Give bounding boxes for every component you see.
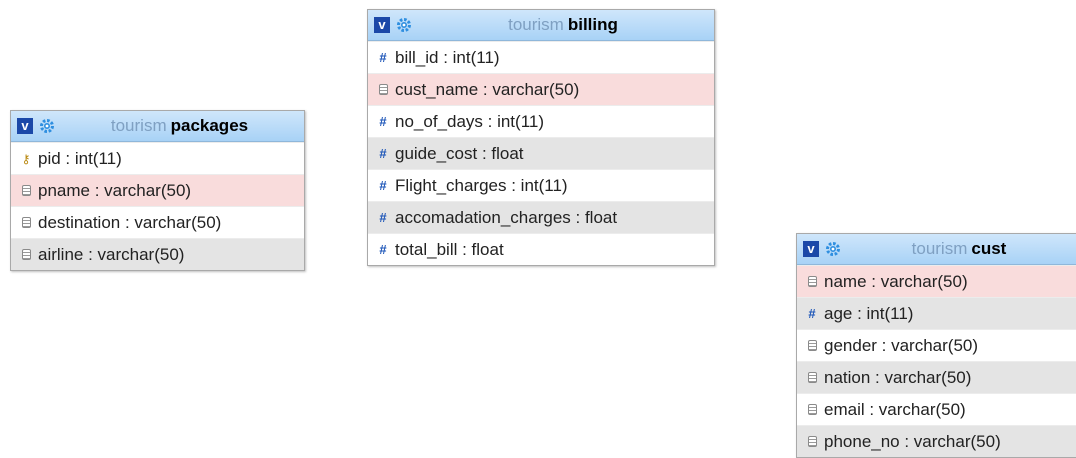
numeric-icon: # — [379, 50, 387, 65]
table-title: tourism cust — [841, 239, 1076, 259]
numeric-icon: # — [379, 146, 387, 161]
collapse-toggle-icon[interactable]: v — [803, 241, 819, 257]
column-row[interactable]: airline : varchar(50) — [11, 238, 304, 270]
table-name: billing — [567, 15, 618, 34]
table-header[interactable]: v tourism packages — [11, 111, 304, 142]
column-row[interactable]: pname : varchar(50) — [11, 174, 304, 206]
column-icon — [19, 217, 33, 228]
column-label: pname : varchar(50) — [38, 180, 192, 200]
table-title: tourism packages — [55, 116, 304, 136]
numeric-icon: # — [379, 178, 387, 193]
column-row[interactable]: phone_no : varchar(50) — [797, 425, 1076, 457]
column-row[interactable]: email : varchar(50) — [797, 393, 1076, 425]
column-icon — [19, 185, 33, 196]
collapse-toggle-icon[interactable]: v — [17, 118, 33, 134]
column-icon — [376, 84, 390, 95]
column-row[interactable]: name : varchar(50) — [797, 265, 1076, 297]
column-label: email : varchar(50) — [824, 399, 966, 419]
key-icon: ⚷ — [21, 151, 31, 166]
table-name: packages — [170, 116, 249, 135]
column-label: name : varchar(50) — [824, 271, 968, 291]
column-label: pid : int(11) — [38, 148, 122, 168]
column-label: no_of_days : int(11) — [395, 111, 544, 131]
column-label: guide_cost : float — [395, 143, 524, 163]
gear-icon[interactable] — [39, 118, 55, 134]
column-label: Flight_charges : int(11) — [395, 175, 568, 195]
column-label: cust_name : varchar(50) — [395, 79, 580, 99]
column-row[interactable]: # no_of_days : int(11) — [368, 105, 714, 137]
gear-icon[interactable] — [396, 17, 412, 33]
column-row[interactable]: destination : varchar(50) — [11, 206, 304, 238]
column-row[interactable]: ⚷ pid : int(11) — [11, 142, 304, 174]
numeric-icon: # — [379, 242, 387, 257]
column-row[interactable]: # guide_cost : float — [368, 137, 714, 169]
table-header[interactable]: v tourism billing — [368, 10, 714, 41]
column-row[interactable]: nation : varchar(50) — [797, 361, 1076, 393]
column-label: age : int(11) — [824, 303, 914, 323]
column-icon — [805, 276, 819, 287]
column-row[interactable]: # age : int(11) — [797, 297, 1076, 329]
column-row[interactable]: # bill_id : int(11) — [368, 41, 714, 73]
column-label: airline : varchar(50) — [38, 244, 185, 264]
database-name: tourism — [508, 15, 564, 34]
gear-icon[interactable] — [825, 241, 841, 257]
column-row[interactable]: # Flight_charges : int(11) — [368, 169, 714, 201]
column-label: phone_no : varchar(50) — [824, 431, 1001, 451]
column-label: nation : varchar(50) — [824, 367, 972, 387]
column-row[interactable]: # accomadation_charges : float — [368, 201, 714, 233]
table-title: tourism billing — [412, 15, 714, 35]
table-packages[interactable]: v tourism packages ⚷ pid : int(11) pname : … — [10, 110, 305, 271]
column-icon — [805, 404, 819, 415]
numeric-icon: # — [379, 210, 387, 225]
table-header[interactable]: v tourism cust — [797, 234, 1076, 265]
column-label: accomadation_charges : float — [395, 207, 618, 227]
column-icon — [19, 249, 33, 260]
column-label: gender : varchar(50) — [824, 335, 979, 355]
column-icon — [805, 372, 819, 383]
collapse-toggle-icon[interactable]: v — [374, 17, 390, 33]
table-name: cust — [971, 239, 1007, 258]
table-billing[interactable]: v tourism billing # bill_id : int(11) cust_… — [367, 9, 715, 266]
column-icon — [805, 436, 819, 447]
column-row[interactable]: cust_name : varchar(50) — [368, 73, 714, 105]
column-row[interactable]: # total_bill : float — [368, 233, 714, 265]
numeric-icon: # — [379, 114, 387, 129]
column-label: total_bill : float — [395, 239, 504, 259]
column-icon — [805, 340, 819, 351]
database-name: tourism — [110, 116, 167, 135]
table-cust[interactable]: v tourism cust name : varchar(50) # age : i… — [796, 233, 1076, 458]
column-label: destination : varchar(50) — [38, 212, 222, 232]
database-name: tourism — [911, 239, 968, 258]
numeric-icon: # — [808, 306, 816, 321]
column-label: bill_id : int(11) — [395, 47, 500, 67]
column-row[interactable]: gender : varchar(50) — [797, 329, 1076, 361]
